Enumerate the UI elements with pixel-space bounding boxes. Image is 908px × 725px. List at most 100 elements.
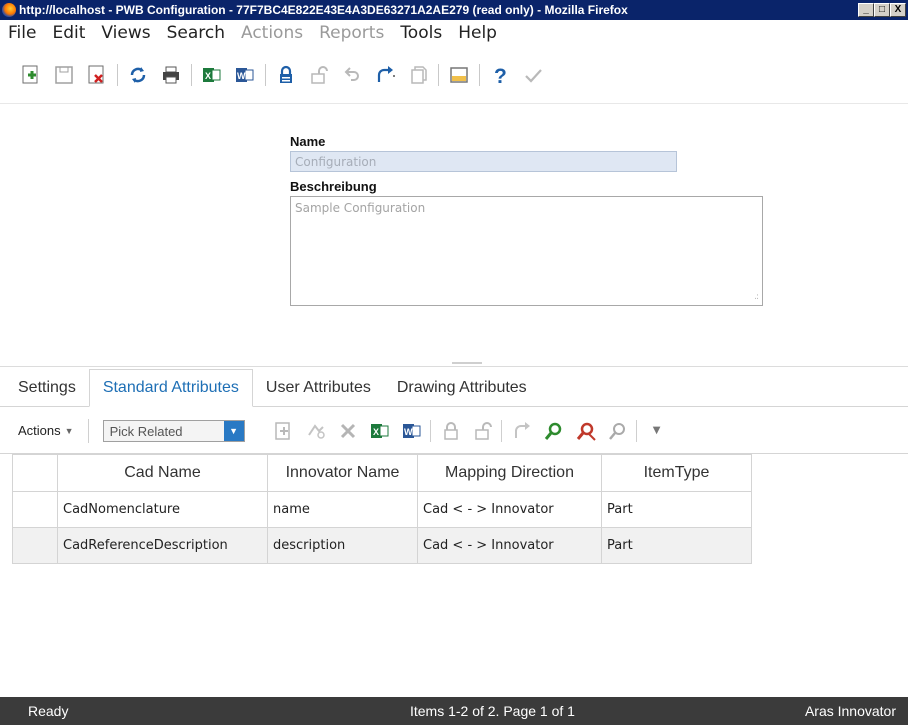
cell-itemtype[interactable]: Part — [601, 491, 752, 528]
help-icon[interactable]: ? — [485, 60, 515, 90]
replace-icon[interactable] — [301, 417, 331, 445]
lock-row-icon[interactable] — [436, 417, 466, 445]
description-label: Beschreibung — [290, 179, 377, 194]
excel-export-icon[interactable]: X — [365, 417, 395, 445]
tab-standard-attributes[interactable]: Standard Attributes — [88, 369, 253, 407]
toolbar-separator — [265, 63, 266, 86]
column-header-innovator-name[interactable]: Innovator Name — [267, 454, 418, 492]
splitter-handle[interactable] — [452, 362, 482, 364]
svg-text:W: W — [404, 427, 413, 437]
actions-dropdown[interactable]: Actions ▼ — [18, 418, 89, 443]
save-icon[interactable] — [49, 60, 79, 90]
delete-row-icon[interactable] — [333, 417, 363, 445]
word-icon[interactable]: W — [230, 60, 260, 90]
search-item-icon[interactable] — [603, 417, 633, 445]
tab-drawing-attributes[interactable]: Drawing Attributes — [384, 379, 540, 406]
promote-icon[interactable] — [370, 60, 400, 90]
menu-edit[interactable]: Edit — [44, 23, 93, 43]
tab-settings[interactable]: Settings — [0, 379, 89, 406]
column-header-mapping-direction[interactable]: Mapping Direction — [417, 454, 602, 492]
svg-text:X: X — [373, 427, 379, 437]
promote-row-icon[interactable] — [507, 417, 537, 445]
firefox-icon — [2, 3, 16, 17]
svg-text:X: X — [205, 71, 211, 81]
show-item-icon[interactable] — [539, 417, 569, 445]
relationship-tabs: Settings Standard Attributes User Attrib… — [0, 369, 908, 407]
resize-grip-icon[interactable]: .: — [754, 292, 759, 302]
cell-itemtype[interactable]: Part — [601, 527, 752, 564]
toolbar-separator — [191, 63, 192, 86]
toolbar-separator — [117, 63, 118, 86]
copy-icon[interactable] — [403, 60, 433, 90]
menu-actions[interactable]: Actions — [233, 23, 311, 43]
menu-file[interactable]: File — [0, 23, 44, 43]
grid-toolbar-separator — [429, 419, 431, 442]
main-toolbar: X W ? — [0, 46, 908, 104]
lock-icon[interactable] — [271, 60, 301, 90]
grid-toolbar: Actions ▼ Pick Related ▼ X W ▼ — [0, 408, 908, 454]
undo-icon[interactable] — [337, 60, 367, 90]
menu-tools[interactable]: Tools — [392, 23, 450, 43]
actions-label: Actions — [18, 423, 61, 438]
window-title: http://localhost - PWB Configuration - 7… — [19, 3, 628, 17]
column-header-cad-name[interactable]: Cad Name — [57, 454, 268, 492]
table-row[interactable]: CadReferenceDescription description Cad … — [12, 527, 752, 564]
close-button[interactable]: X — [890, 3, 906, 17]
menu-reports[interactable]: Reports — [311, 23, 392, 43]
menu-views[interactable]: Views — [93, 23, 158, 43]
toolbar-separator — [479, 63, 480, 86]
status-brand: Aras Innovator — [804, 703, 896, 719]
print-icon[interactable] — [156, 60, 186, 90]
delete-icon[interactable] — [82, 60, 112, 90]
name-label: Name — [290, 134, 326, 149]
row-selector[interactable] — [12, 491, 58, 528]
unlock-icon[interactable] — [304, 60, 334, 90]
grid-header-row: Cad Name Innovator Name Mapping Directio… — [12, 454, 752, 492]
minimize-button[interactable]: _ — [858, 3, 874, 17]
grid-toolbar-separator — [635, 419, 637, 442]
layout-icon[interactable] — [444, 60, 474, 90]
column-header-itemtype[interactable]: ItemType — [601, 454, 752, 492]
dropdown-arrow-icon: ▼ — [64, 425, 74, 436]
menu-search[interactable]: Search — [159, 23, 233, 43]
description-text: Sample Configuration — [295, 201, 426, 215]
cell-innovator-name[interactable]: name — [267, 491, 418, 528]
row-selector[interactable] — [12, 527, 58, 564]
check-icon[interactable] — [518, 60, 548, 90]
unlock-row-icon[interactable] — [468, 417, 498, 445]
cell-cad-name[interactable]: CadNomenclature — [57, 491, 268, 528]
svg-text:?: ? — [494, 65, 507, 86]
cell-cad-name[interactable]: CadReferenceDescription — [57, 527, 268, 564]
window-title-bar: http://localhost - PWB Configuration - 7… — [0, 0, 908, 20]
column-header-select[interactable] — [12, 454, 58, 492]
relationship-grid: Cad Name Innovator Name Mapping Directio… — [12, 454, 752, 564]
item-form: Name Configuration Beschreibung Sample C… — [290, 134, 763, 306]
toolbar-separator — [438, 63, 439, 86]
table-row[interactable]: CadNomenclature name Cad < - > Innovator… — [12, 491, 752, 528]
remove-item-icon[interactable] — [571, 417, 601, 445]
new-icon[interactable] — [16, 60, 46, 90]
refresh-icon[interactable] — [123, 60, 153, 90]
menu-bar: File Edit Views Search Actions Reports T… — [0, 20, 908, 46]
window-controls: _ □ X — [858, 3, 906, 17]
add-row-icon[interactable] — [269, 417, 299, 445]
description-field[interactable]: Sample Configuration .: — [290, 196, 763, 306]
status-bar: Ready Items 1-2 of 2. Page 1 of 1 Aras I… — [0, 697, 908, 725]
more-options-icon[interactable]: ▼ — [642, 417, 672, 445]
pane-splitter[interactable] — [0, 355, 908, 367]
word-export-icon[interactable]: W — [397, 417, 427, 445]
pick-related-select[interactable]: Pick Related ▼ — [102, 419, 245, 442]
name-field[interactable]: Configuration — [290, 151, 677, 172]
chevron-down-icon[interactable]: ▼ — [223, 420, 244, 441]
cell-mapping-direction[interactable]: Cad < - > Innovator — [417, 527, 602, 564]
tab-user-attributes[interactable]: User Attributes — [253, 379, 384, 406]
pick-related-value: Pick Related — [103, 420, 224, 441]
status-pagination: Items 1-2 of 2. Page 1 of 1 — [409, 703, 575, 719]
cell-innovator-name[interactable]: description — [267, 527, 418, 564]
excel-icon[interactable]: X — [197, 60, 227, 90]
status-ready: Ready — [28, 703, 69, 719]
maximize-button[interactable]: □ — [874, 3, 890, 17]
menu-help[interactable]: Help — [450, 23, 505, 43]
cell-mapping-direction[interactable]: Cad < - > Innovator — [417, 491, 602, 528]
svg-text:W: W — [237, 71, 246, 81]
